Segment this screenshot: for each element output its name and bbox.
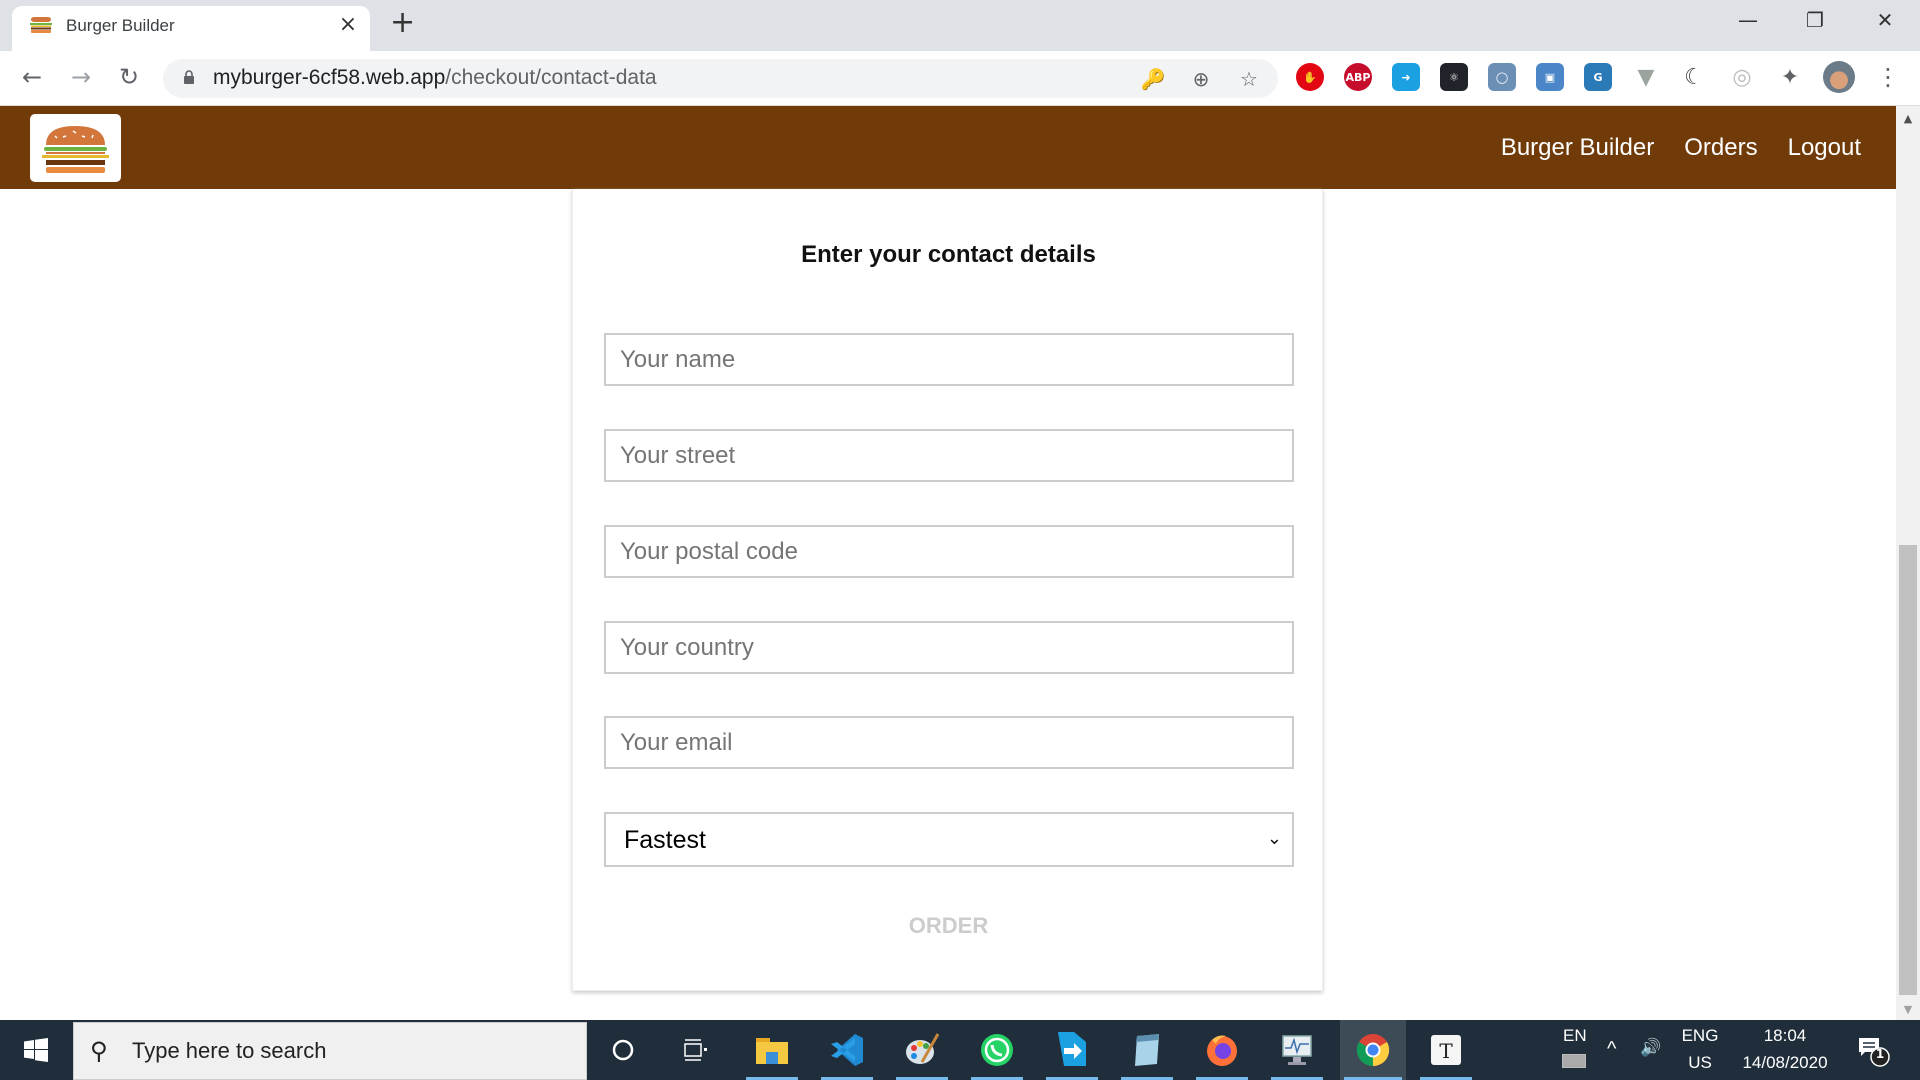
whatsapp-icon[interactable] xyxy=(967,1020,1027,1080)
reload-icon[interactable]: ↻ xyxy=(114,62,144,92)
delivery-method-field: Fastest ⌄ xyxy=(604,812,1294,867)
react-devtools-extension-icon[interactable]: ⚛ xyxy=(1440,63,1468,91)
firefox-icon[interactable] xyxy=(1192,1020,1252,1080)
browser-menu-icon[interactable]: ⋮ xyxy=(1876,61,1900,93)
postal-code-input[interactable] xyxy=(604,525,1294,578)
url-host: myburger-6cf58.web.app xyxy=(213,66,446,89)
back-icon[interactable]: ← xyxy=(17,62,47,92)
cortana-icon[interactable] xyxy=(593,1020,653,1080)
tab-close-icon[interactable]: × xyxy=(334,12,362,37)
grid-extension-extension-icon[interactable]: G xyxy=(1584,63,1612,91)
burger-logo-icon xyxy=(42,126,109,173)
paint-icon[interactable] xyxy=(892,1020,952,1080)
task-view-icon[interactable] xyxy=(665,1020,725,1080)
windows-logo-icon xyxy=(24,1038,48,1062)
screen-share-extension-icon[interactable]: ➜ xyxy=(1392,63,1420,91)
nav-link-orders[interactable]: Orders xyxy=(1684,134,1757,162)
clock-date[interactable]: 14/08/2020 xyxy=(1735,1053,1835,1073)
adblock-extension-icon[interactable]: ✋ xyxy=(1296,63,1324,91)
burger-logo[interactable] xyxy=(30,114,121,182)
screen-share-app-icon[interactable] xyxy=(1042,1020,1102,1080)
street-input[interactable] xyxy=(604,429,1294,482)
delivery-method-select[interactable]: Fastest xyxy=(606,814,1292,865)
abp-extension-icon[interactable]: ABP xyxy=(1344,63,1372,91)
typora-icon[interactable]: T xyxy=(1416,1020,1476,1080)
vscode-icon[interactable] xyxy=(817,1020,877,1080)
tab-title: Burger Builder xyxy=(66,16,175,35)
lock-icon xyxy=(184,70,194,84)
page-scrollbar[interactable]: ▲ ▼ xyxy=(1896,106,1920,1020)
taskbar-search-placeholder: Type here to search xyxy=(132,1038,327,1063)
performance-monitor-icon[interactable] xyxy=(1267,1020,1327,1080)
notepad-icon[interactable] xyxy=(1117,1020,1177,1080)
show-hidden-icons-chevron-icon[interactable]: ^ xyxy=(1607,1038,1616,1061)
funnel-extension-extension-icon[interactable]: ▼ xyxy=(1632,63,1660,91)
app-toolbar: Burger Builder Orders Logout xyxy=(0,106,1896,189)
minimize-icon[interactable]: — xyxy=(1728,8,1768,38)
windows-taskbar: ⚲ Type here to search T EN ^ 🔊 ENG US 18… xyxy=(0,1020,1920,1080)
extensions-puzzle-extension-icon[interactable]: ✦ xyxy=(1776,63,1804,91)
password-key-icon[interactable]: 🔑 xyxy=(1139,65,1167,93)
chrome-icon[interactable] xyxy=(1340,1020,1406,1080)
volume-icon[interactable]: 🔊 xyxy=(1640,1038,1661,1058)
country-input[interactable] xyxy=(604,621,1294,674)
window-blocker-extension-icon[interactable]: ▣ xyxy=(1536,63,1564,91)
profile-avatar[interactable] xyxy=(1823,61,1855,93)
clock-time[interactable]: 18:04 xyxy=(1735,1026,1835,1046)
scroll-up-arrow-icon[interactable]: ▲ xyxy=(1896,112,1920,125)
dark-mode-extension-icon[interactable]: ☾ xyxy=(1680,63,1708,91)
extension-blue-ring-extension-icon[interactable]: ◯ xyxy=(1488,63,1516,91)
contact-data-card: Enter your contact details Fastest ⌄ ORD… xyxy=(572,189,1323,991)
order-button[interactable]: ORDER xyxy=(573,913,1324,939)
name-input[interactable] xyxy=(604,333,1294,386)
file-explorer-icon[interactable] xyxy=(742,1020,802,1080)
nav-link-logout[interactable]: Logout xyxy=(1788,134,1861,162)
input-language[interactable]: EN xyxy=(1563,1026,1587,1046)
new-tab-icon[interactable]: + xyxy=(390,8,415,38)
language-bottom[interactable]: US xyxy=(1678,1053,1722,1073)
target-extension-extension-icon[interactable]: ◎ xyxy=(1728,63,1756,91)
browser-toolbar: ← → ↻ myburger-6cf58.web.app/checkout/co… xyxy=(0,51,1920,106)
restore-icon[interactable]: ❐ xyxy=(1795,8,1835,38)
scroll-thumb[interactable] xyxy=(1899,545,1917,995)
nav-link-burger-builder[interactable]: Burger Builder xyxy=(1501,134,1654,162)
forward-icon[interactable]: → xyxy=(66,62,96,92)
touch-keyboard-icon[interactable] xyxy=(1562,1054,1586,1068)
scroll-down-arrow-icon[interactable]: ▼ xyxy=(1896,1003,1920,1016)
main-nav: Burger Builder Orders Logout xyxy=(1501,106,1861,189)
start-button[interactable] xyxy=(0,1020,72,1080)
zoom-icon[interactable]: ⊕ xyxy=(1187,65,1215,93)
search-icon: ⚲ xyxy=(90,1037,108,1065)
bookmark-star-icon[interactable]: ☆ xyxy=(1235,65,1263,93)
burger-favicon-icon xyxy=(30,17,52,33)
address-bar[interactable]: myburger-6cf58.web.app/checkout/contact-… xyxy=(163,59,1278,98)
email-input[interactable] xyxy=(604,716,1294,769)
browser-tab-strip: Burger Builder × + — ❐ ✕ xyxy=(0,0,1920,51)
url-path: /checkout/contact-data xyxy=(445,66,657,89)
taskbar-search-box[interactable]: ⚲ Type here to search xyxy=(73,1022,587,1080)
notification-center[interactable]: 1 xyxy=(1857,1034,1891,1068)
browser-tab[interactable]: Burger Builder × xyxy=(12,6,370,51)
url-text[interactable]: myburger-6cf58.web.app/checkout/contact-… xyxy=(213,66,657,90)
window-close-icon[interactable]: ✕ xyxy=(1865,8,1905,38)
svg-text:T: T xyxy=(1439,1039,1453,1063)
notification-count: 1 xyxy=(1875,1047,1885,1061)
language-top[interactable]: ENG xyxy=(1678,1026,1722,1046)
form-title: Enter your contact details xyxy=(801,241,1096,268)
